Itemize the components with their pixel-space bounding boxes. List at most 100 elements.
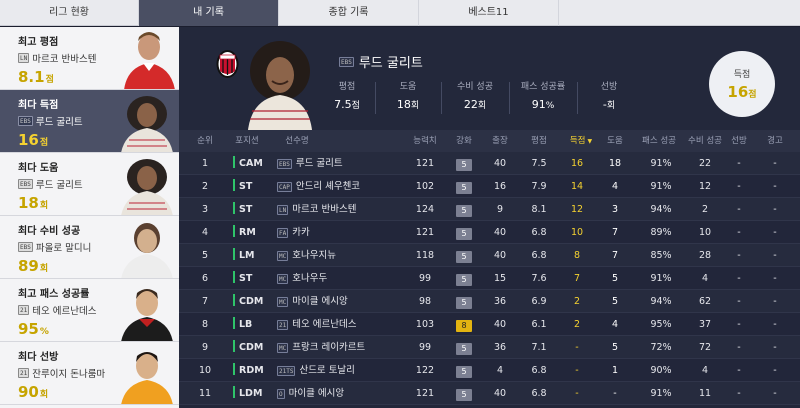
table-row[interactable]: 7 CDM MC 마이클 에시앙 98 5 36 6.9 2 5 94% 62 - - bbox=[179, 290, 800, 313]
goals-value: 16점 bbox=[709, 83, 775, 101]
cell-appearances: 15 bbox=[493, 273, 507, 284]
col-defense[interactable]: 수비 성공 bbox=[683, 130, 727, 152]
season-badge: EBS bbox=[18, 242, 33, 252]
position-bar bbox=[233, 271, 235, 283]
season-badge: O bbox=[277, 388, 285, 399]
cell-player: 21 테오 에르난데스 bbox=[277, 313, 407, 336]
card-most-assists[interactable]: 최다 도움 EBS 루드 굴리트 18회 bbox=[0, 153, 179, 216]
cell-assists: 7 bbox=[611, 227, 619, 238]
card-most-goals[interactable]: 최다 득점 EBS 루드 굴리트 16점 bbox=[0, 90, 179, 153]
cell-pass: 91% bbox=[650, 388, 672, 399]
card-value-number: 16 bbox=[18, 131, 39, 149]
card-value-number: 8.1 bbox=[18, 68, 45, 86]
cell-assists: - bbox=[613, 388, 617, 399]
stat-divider bbox=[375, 82, 376, 114]
cell-rating: 6.8 bbox=[531, 250, 547, 261]
tab-overall-records[interactable]: 종합 기록 bbox=[279, 0, 419, 26]
cell-overall: 121 bbox=[415, 158, 435, 169]
col-overall[interactable]: 능력치 bbox=[407, 130, 443, 152]
cell-position: ST bbox=[233, 267, 273, 290]
cell-appearances: 9 bbox=[496, 204, 504, 215]
cell-overall: 121 bbox=[415, 227, 435, 238]
table-row[interactable]: 9 CDM MC 프랑크 레이카르트 99 5 36 7.1 - 5 72% 72 - - bbox=[179, 336, 800, 359]
cell-defense: 72 bbox=[698, 342, 712, 353]
cell-rank: 2 bbox=[201, 181, 209, 192]
cell-rating: 8.1 bbox=[531, 204, 547, 215]
upgrade-badge: 5 bbox=[456, 366, 472, 378]
cell-assists: 5 bbox=[611, 273, 619, 284]
col-appearances[interactable]: 출장 bbox=[485, 130, 515, 152]
col-pass[interactable]: 패스 성공 bbox=[635, 130, 683, 152]
cell-warnings: - bbox=[773, 204, 777, 215]
card-best-rating[interactable]: 최고 평점 LN 마르코 반바스텐 8.1점 bbox=[0, 27, 179, 90]
col-goals[interactable]: 득점 ▼ bbox=[561, 130, 601, 152]
cell-rank: 9 bbox=[201, 342, 209, 353]
cell-position-text: RDM bbox=[239, 365, 264, 376]
cell-player-name: 호나우두 bbox=[292, 273, 328, 284]
tab-my-records[interactable]: 내 기록 bbox=[139, 0, 279, 26]
cell-defense: 12 bbox=[698, 181, 712, 192]
cell-warnings: - bbox=[773, 342, 777, 353]
upgrade-badge: 5 bbox=[456, 182, 472, 194]
cell-warnings: - bbox=[773, 273, 777, 284]
cell-player-name: 호나우지뉴 bbox=[292, 250, 336, 261]
cell-defense: 22 bbox=[698, 158, 712, 169]
card-value-number: 89 bbox=[18, 257, 39, 275]
col-saves[interactable]: 선방 bbox=[727, 130, 751, 152]
table-row[interactable]: 10 RDM 21TS 산드로 토날리 122 5 4 6.8 - 1 90% 4 - - bbox=[179, 359, 800, 382]
tab-league-status[interactable]: 리그 현황 bbox=[0, 0, 139, 26]
cell-rating: 7.5 bbox=[531, 158, 547, 169]
goals-unit: 점 bbox=[748, 90, 757, 100]
card-most-defense[interactable]: 최다 수비 성공 EBS 파올로 말디니 89회 bbox=[0, 216, 179, 279]
card-player: 21 테오 에르난데스 bbox=[18, 303, 96, 317]
card-most-saves[interactable]: 최다 선방 21 잔루이지 돈나룸마 90회 bbox=[0, 342, 179, 405]
table-row[interactable]: 6 ST MC 호나우두 99 5 15 7.6 7 5 91% 4 - - bbox=[179, 267, 800, 290]
cell-pass: 94% bbox=[650, 204, 672, 215]
cell-goals: 16 bbox=[570, 158, 584, 169]
cell-position-text: LM bbox=[239, 250, 255, 261]
col-rating[interactable]: 평점 bbox=[525, 130, 553, 152]
cell-rank: 1 bbox=[201, 158, 209, 169]
table-row[interactable]: 8 LB 21 테오 에르난데스 103 8 40 6.1 2 4 95% 37 - - bbox=[179, 313, 800, 336]
card-value-unit: 회 bbox=[39, 390, 49, 400]
cell-position: ST bbox=[233, 175, 273, 198]
cell-assists: 4 bbox=[611, 319, 619, 330]
table-row[interactable]: 3 ST LN 마르코 반바스텐 124 5 9 8.1 12 3 94% 2 - - bbox=[179, 198, 800, 221]
featured-player-name-text: 루드 굴리트 bbox=[358, 56, 423, 71]
season-badge: 21 bbox=[18, 305, 30, 315]
stat-unit: % bbox=[545, 101, 555, 111]
card-player-name: 루드 굴리트 bbox=[35, 117, 83, 128]
col-player-name[interactable]: 선수명 bbox=[277, 130, 317, 152]
cell-saves: - bbox=[737, 227, 741, 238]
upgrade-badge: 5 bbox=[456, 389, 472, 401]
card-value-unit: 회 bbox=[39, 264, 49, 274]
cell-goals: 2 bbox=[573, 319, 581, 330]
cell-goals: 14 bbox=[570, 181, 584, 192]
table-row[interactable]: 11 LDM O 마이클 에시앙 121 5 40 6.8 - - 91% 11 - - bbox=[179, 382, 800, 405]
col-rank[interactable]: 순위 bbox=[193, 130, 217, 152]
cell-pass: 94% bbox=[650, 296, 672, 307]
position-bar bbox=[233, 156, 235, 168]
season-badge: EBS bbox=[18, 179, 33, 189]
cell-goals: 8 bbox=[573, 250, 581, 261]
cell-saves: - bbox=[737, 365, 741, 376]
upgrade-badge: 5 bbox=[456, 159, 472, 171]
table-row[interactable]: 5 LM MC 호나우지뉴 118 5 40 6.8 8 7 85% 28 - - bbox=[179, 244, 800, 267]
col-position[interactable]: 포지션 bbox=[229, 130, 265, 152]
cell-position: LM bbox=[233, 244, 273, 267]
cell-defense: 4 bbox=[701, 273, 709, 284]
card-value-unit: 회 bbox=[39, 201, 49, 211]
cell-rank: 4 bbox=[201, 227, 209, 238]
card-best-pass[interactable]: 최고 패스 성공률 21 테오 에르난데스 95% bbox=[0, 279, 179, 342]
cell-defense: 62 bbox=[698, 296, 712, 307]
col-upgrade[interactable]: 강화 bbox=[449, 130, 479, 152]
col-assists[interactable]: 도움 bbox=[604, 130, 626, 152]
cell-goals: - bbox=[575, 342, 579, 353]
tab-best11[interactable]: 베스트11 bbox=[419, 0, 559, 26]
cell-pass: 95% bbox=[650, 319, 672, 330]
col-warnings[interactable]: 경고 bbox=[763, 130, 787, 152]
table-row[interactable]: 4 RM FA 카카 121 5 40 6.8 10 7 89% 10 - - bbox=[179, 221, 800, 244]
cell-rating: 6.8 bbox=[531, 365, 547, 376]
table-row[interactable]: 1 CAM EBS 루드 굴리트 121 5 40 7.5 16 18 91% 22 - - bbox=[179, 152, 800, 175]
table-row[interactable]: 2 ST CAP 안드리 셰우첸코 102 5 16 7.9 14 4 91% 12 - - bbox=[179, 175, 800, 198]
